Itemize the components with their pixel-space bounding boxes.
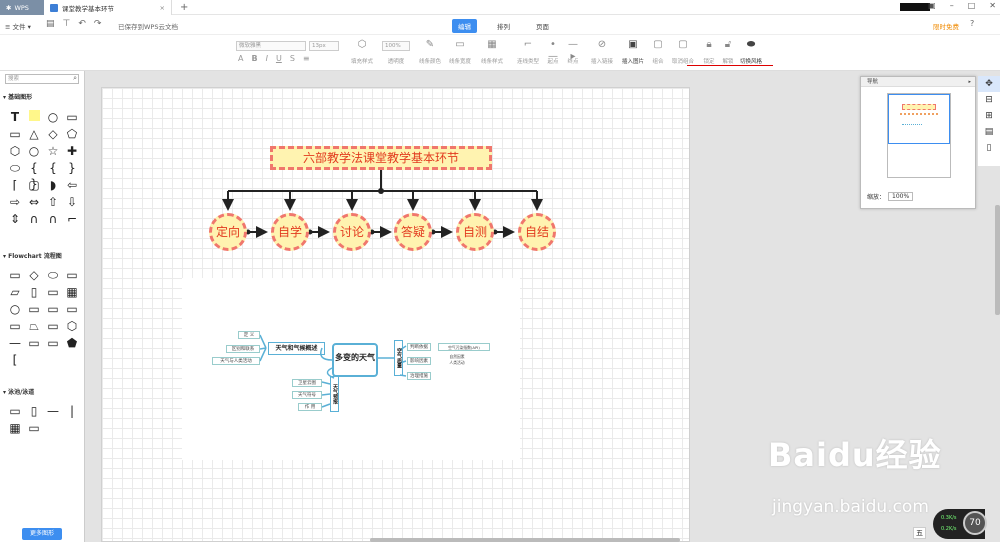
- zoom-input[interactable]: 100%: [888, 192, 914, 201]
- step-node-2[interactable]: 自学: [271, 213, 309, 251]
- mm-right-leaf-3: 治理措施: [407, 372, 431, 380]
- mindmap-image[interactable]: 天气和气候概述 定 义 区别和联系 天气与人类活动 多变的天气 空气质量 判断依…: [182, 278, 520, 460]
- ime-label: 五: [916, 529, 923, 537]
- baidu-watermark: Baidu经验: [768, 436, 942, 474]
- mm-bottom-leaf-3: 作 用: [298, 403, 322, 411]
- right-tool-strip: ✥ ⊟ ⊞ ▤ ▯: [977, 76, 1000, 166]
- mm-left-leaves-lines: [259, 334, 267, 362]
- mm-branch-left: 天气和气候概述: [268, 342, 325, 355]
- horizontal-scrollbar[interactable]: [370, 538, 680, 542]
- upload-speed: 0.3K/s: [941, 515, 957, 521]
- mm-branch-right: 空气质量: [394, 340, 403, 376]
- step-node-3[interactable]: 讨论: [333, 213, 371, 251]
- thumb-mindmap: [902, 124, 922, 126]
- thumb-steps: [900, 113, 938, 117]
- baidu-watermark-url: jingyan.baidu.com: [772, 497, 929, 517]
- mm-left-leaf-1: 定 义: [238, 331, 260, 339]
- collapse-icon[interactable]: ▸: [968, 77, 971, 87]
- style-panel-icon[interactable]: ⊞: [978, 108, 1000, 124]
- mm-left-leaf-2: 区别和联系: [226, 345, 260, 353]
- navigator-viewport[interactable]: [888, 94, 950, 144]
- mm-bottom-leaves-lines: [321, 381, 331, 408]
- navigator-header: 导航 ▸: [861, 77, 975, 87]
- mm-branch-bottom: 天气预报: [330, 376, 339, 412]
- usage-percent: 70: [963, 511, 987, 535]
- step-node-5[interactable]: 自测: [456, 213, 494, 251]
- navigator-toggle-icon[interactable]: ✥: [978, 76, 1000, 92]
- mm-right-leaf-1: 判断依据: [407, 343, 431, 351]
- mm-bottom-leaf-1: 卫星云图: [292, 379, 322, 387]
- mm-bottom-leaf-2: 天气符号: [292, 391, 322, 399]
- mm-center-node: 多变的天气: [332, 343, 378, 377]
- navigator-zoom: 缩放： 100%: [867, 192, 914, 201]
- mm-right-leaf-2: 影响因素: [407, 357, 431, 365]
- navigator-thumbnail[interactable]: [887, 93, 951, 178]
- history-icon[interactable]: ▤: [978, 124, 1000, 140]
- mm-right-sub-1: 空气污染指数(API): [438, 343, 490, 351]
- vertical-scrollbar[interactable]: [995, 205, 1000, 315]
- step-node-4[interactable]: 答疑: [394, 213, 432, 251]
- thumb-title: [902, 104, 936, 110]
- junction-dot: [378, 188, 384, 194]
- zoom-label: 缩放：: [867, 194, 886, 201]
- ime-toolbar[interactable]: 五: [913, 527, 926, 539]
- mm-left-leaf-3: 天气与人类活动: [212, 357, 260, 365]
- navigator-title: 导航: [867, 79, 879, 85]
- navigator-panel: 导航 ▸ 缩放： 100%: [860, 76, 976, 209]
- step-node-6[interactable]: 自结: [518, 213, 556, 251]
- mm-right-sub-3: 人类活动: [449, 360, 465, 365]
- step-node-1[interactable]: 定向: [209, 213, 247, 251]
- download-speed: 0.2K/s: [941, 526, 957, 532]
- network-speed-widget[interactable]: 0.3K/s 0.2K/s 70: [933, 509, 987, 539]
- format-panel-icon[interactable]: ⊟: [978, 92, 1000, 108]
- diagram-title-box[interactable]: 六部教学法课堂教学基本环节: [270, 146, 492, 170]
- page-icon[interactable]: ▯: [978, 140, 1000, 156]
